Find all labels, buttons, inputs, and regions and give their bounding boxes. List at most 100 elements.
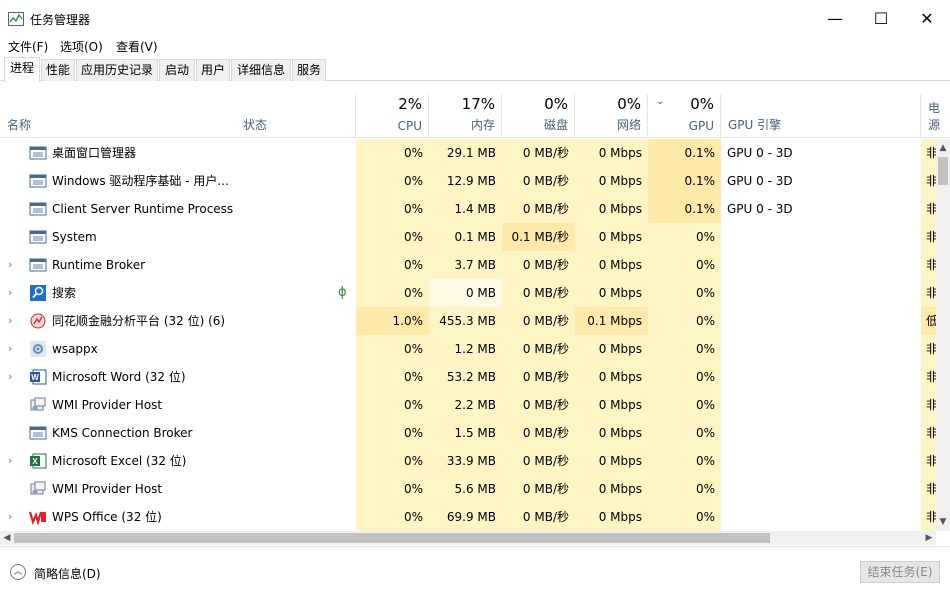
- column-name[interactable]: 名称: [0, 94, 236, 138]
- gpu-cell: 0%: [648, 307, 721, 335]
- power-cell: 非: [921, 223, 936, 251]
- expand-chevron-icon[interactable]: ›: [8, 307, 12, 335]
- process-row[interactable]: › WPS Office (32 位) 0% 69.9 MB 0 MB/秒 0 Mbps 0…: [0, 503, 936, 531]
- process-row[interactable]: KMS Connection Broker 0% 1.5 MB 0 MB/秒 0 Mbp…: [0, 419, 936, 447]
- gpu-engine-cell: GPU 0 - 3D: [727, 174, 793, 188]
- expand-chevron-icon[interactable]: ›: [8, 447, 12, 475]
- column-disk[interactable]: 0% 磁盘: [502, 94, 575, 138]
- disk-cell: 0.1 MB/秒: [502, 223, 575, 251]
- network-cell: 0 Mbps: [575, 139, 648, 167]
- tab-startup[interactable]: 启动: [159, 59, 195, 81]
- process-row[interactable]: Client Server Runtime Process 0% 1.4 MB 0 M…: [0, 195, 936, 223]
- menu-file[interactable]: 文件(F): [8, 38, 48, 55]
- expand-chevron-icon[interactable]: ›: [8, 279, 12, 307]
- search-icon: [29, 285, 47, 301]
- memory-cell: 0.1 MB: [429, 223, 502, 251]
- menu-view[interactable]: 查看(V): [116, 38, 158, 55]
- process-row[interactable]: › X Microsoft Excel (32 位) 0% 33.9 MB 0 MB/秒 0…: [0, 447, 936, 475]
- tab-services[interactable]: 服务: [292, 59, 326, 81]
- vertical-scrollbar[interactable]: ▲ ▼: [936, 139, 950, 531]
- scroll-left-icon[interactable]: ◀: [0, 531, 14, 545]
- vertical-scroll-thumb[interactable]: [938, 157, 948, 185]
- memory-cell: 33.9 MB: [429, 447, 502, 475]
- column-gpu[interactable]: ⌄ 0% GPU: [648, 94, 721, 138]
- cpu-percent: 2%: [398, 95, 422, 113]
- process-name: WMI Provider Host: [52, 398, 163, 412]
- svg-text:W: W: [31, 373, 39, 382]
- process-row[interactable]: 桌面窗口管理器 0% 29.1 MB 0 MB/秒 0 Mbps 0.1% GPU 0 - …: [0, 139, 936, 167]
- gpu-cell: 0%: [648, 419, 721, 447]
- gpu-engine-cell: [727, 391, 917, 419]
- expand-chevron-icon[interactable]: ›: [8, 503, 12, 531]
- gpu-cell: 0.1%: [648, 167, 721, 195]
- tab-processes[interactable]: 进程: [4, 57, 40, 82]
- column-power[interactable]: 电源: [921, 94, 950, 138]
- process-row[interactable]: › Runtime Broker 0% 3.7 MB 0 MB/秒 0 Mbps 0% 非: [0, 251, 936, 279]
- end-task-button[interactable]: 结束任务(E): [860, 561, 940, 583]
- gpu-engine-cell: [727, 279, 917, 307]
- cpu-cell: 0%: [356, 223, 429, 251]
- column-status-label: 状态: [243, 118, 268, 132]
- process-name: Microsoft Excel (32 位): [52, 454, 187, 468]
- cpu-cell: 0%: [356, 335, 429, 363]
- column-status[interactable]: 状态: [236, 94, 356, 138]
- column-gpu-engine[interactable]: GPU 引擎: [721, 94, 921, 138]
- chevron-up-icon[interactable]: ︿: [10, 564, 26, 580]
- process-name: Runtime Broker: [52, 258, 146, 272]
- title-bar[interactable]: 任务管理器 — ☐ ✕: [0, 0, 950, 36]
- scroll-right-icon[interactable]: ▶: [922, 531, 936, 545]
- network-cell: 0 Mbps: [575, 503, 648, 531]
- memory-percent: 17%: [461, 95, 495, 113]
- minimize-button[interactable]: —: [812, 0, 858, 36]
- process-row[interactable]: WMI Provider Host 0% 5.6 MB 0 MB/秒 0 Mbps 0% 非: [0, 475, 936, 503]
- gpu-cell: 0%: [648, 223, 721, 251]
- disk-cell: 0 MB/秒: [502, 419, 575, 447]
- cpu-cell: 0%: [356, 167, 429, 195]
- column-network-label: 网络: [616, 118, 641, 132]
- disk-percent: 0%: [544, 95, 568, 113]
- disk-cell: 0 MB/秒: [502, 447, 575, 475]
- gpu-engine-cell: [727, 447, 917, 475]
- process-row[interactable]: System 0% 0.1 MB 0.1 MB/秒 0 Mbps 0% 非: [0, 223, 936, 251]
- process-row[interactable]: WMI Provider Host 0% 2.2 MB 0 MB/秒 0 Mbps 0% 非: [0, 391, 936, 419]
- cpu-cell: 0%: [356, 391, 429, 419]
- cpu-cell: 0%: [356, 503, 429, 531]
- column-network[interactable]: 0% 网络: [575, 94, 648, 138]
- horizontal-scrollbar[interactable]: ◀ ▶: [0, 531, 936, 545]
- fewer-details-link[interactable]: 简略信息(D): [34, 565, 101, 582]
- menu-options[interactable]: 选项(O): [60, 38, 103, 55]
- tab-performance[interactable]: 性能: [41, 59, 75, 81]
- tab-users[interactable]: 用户: [196, 59, 230, 81]
- scroll-down-icon[interactable]: ▼: [936, 515, 950, 529]
- expand-chevron-icon[interactable]: ›: [8, 335, 12, 363]
- gpu-percent: 0%: [690, 95, 714, 113]
- scroll-up-icon[interactable]: ▲: [936, 141, 950, 155]
- power-cell: 非: [921, 419, 936, 447]
- process-name: WMI Provider Host: [52, 482, 163, 496]
- gpu-engine-cell: GPU 0 - 3D: [727, 202, 793, 216]
- process-row[interactable]: › wsappx 0% 1.2 MB 0 MB/秒 0 Mbps 0% 非: [0, 335, 936, 363]
- process-row[interactable]: › 搜索 ϕ 0% 0 MB 0 MB/秒 0 Mbps 0% 非: [0, 279, 936, 307]
- memory-cell: 29.1 MB: [429, 139, 502, 167]
- process-list: 桌面窗口管理器 0% 29.1 MB 0 MB/秒 0 Mbps 0.1% GPU 0 - …: [0, 139, 936, 531]
- tab-app-history[interactable]: 应用历史记录: [76, 59, 158, 81]
- gpu-cell: 0%: [648, 447, 721, 475]
- maximize-button[interactable]: ☐: [858, 0, 904, 36]
- column-cpu[interactable]: 2% CPU: [356, 94, 429, 138]
- close-button[interactable]: ✕: [904, 0, 950, 36]
- expand-chevron-icon[interactable]: ›: [8, 363, 12, 391]
- process-row[interactable]: Windows 驱动程序基础 - 用户... 0% 12.9 MB 0 MB/秒 0 M…: [0, 167, 936, 195]
- cpu-cell: 0%: [356, 363, 429, 391]
- memory-cell: 1.2 MB: [429, 335, 502, 363]
- cpu-cell: 0%: [356, 251, 429, 279]
- window-icon: [29, 173, 47, 189]
- tab-details[interactable]: 详细信息: [231, 59, 291, 81]
- process-row[interactable]: › W Microsoft Word (32 位) 0% 53.2 MB 0 MB/秒 0 …: [0, 363, 936, 391]
- expand-chevron-icon[interactable]: ›: [8, 251, 12, 279]
- leaf-icon: ϕ: [338, 285, 347, 300]
- horizontal-scroll-thumb[interactable]: [14, 533, 770, 543]
- wps-icon: [28, 509, 47, 526]
- process-row[interactable]: › 同花顺金融分析平台 (32 位) (6) 1.0% 455.3 MB 0 MB/秒 0…: [0, 307, 936, 335]
- disk-cell: 0 MB/秒: [502, 475, 575, 503]
- column-memory[interactable]: 17% 内存: [429, 94, 502, 138]
